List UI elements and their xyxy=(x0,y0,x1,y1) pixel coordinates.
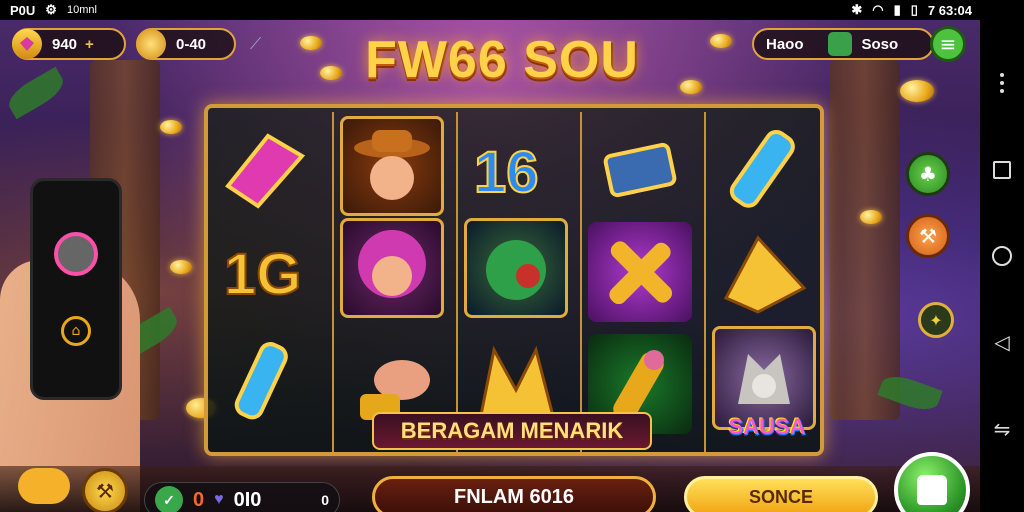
symbol-cowboy xyxy=(340,116,444,216)
symbol-green-creature xyxy=(464,218,568,318)
symbol-pink-gem xyxy=(212,120,316,220)
signal-icon: ▮ xyxy=(893,2,901,17)
coin-decoration xyxy=(680,80,702,94)
symbol-gold-x xyxy=(588,222,692,322)
system-nav-bar: ◁ ⇋ xyxy=(980,0,1024,512)
bluetooth-icon: ✱ xyxy=(851,2,863,17)
battery-icon: ▯ xyxy=(910,2,918,17)
coin-decoration xyxy=(160,120,182,134)
reel-4 xyxy=(580,112,698,452)
balance-pill[interactable]: 940 + xyxy=(12,28,126,60)
rotate-icon: ⇋ xyxy=(993,416,1011,441)
bg-pillar-right xyxy=(830,60,900,420)
wolf-symbol-label: SAUSA xyxy=(728,414,806,439)
coin-decoration xyxy=(860,210,882,224)
recents-button[interactable] xyxy=(990,158,1014,182)
home-button[interactable] xyxy=(990,244,1014,268)
symbol-gold-triangle xyxy=(712,222,816,322)
right-info-pill: Haoo Soso xyxy=(752,28,934,60)
lock-icon: ⌂ xyxy=(61,316,91,346)
game-title: FW66 SOU xyxy=(365,31,639,89)
coin-decoration xyxy=(900,80,934,102)
orange-pill-button[interactable] xyxy=(18,468,70,504)
feature-banner: BERAGAM MENARIK xyxy=(372,412,652,450)
gem-icon xyxy=(12,29,42,59)
bet-value: 0-40 xyxy=(176,35,207,53)
symbol-chest xyxy=(588,120,692,220)
status-bar: P0U ⚙ 10mnl ✱ ◠ ▮ ▯ 7 63:04 xyxy=(0,0,980,20)
status-carrier: 10mnl xyxy=(66,4,97,16)
menu-icon: ≡ xyxy=(939,32,957,56)
right-label: Haoo xyxy=(766,35,804,53)
credit-prefix: 0 xyxy=(193,488,205,511)
symbol-blue-bar-2 xyxy=(712,120,816,220)
balance-suffix: + xyxy=(85,35,94,53)
back-button[interactable]: ◁ xyxy=(990,330,1014,354)
leaf-decoration xyxy=(3,66,69,120)
circle-icon xyxy=(992,245,1012,266)
more-button[interactable] xyxy=(990,71,1014,95)
wifi-icon: ◠ xyxy=(872,2,884,17)
expand-icon[interactable]: ⟋ xyxy=(250,34,261,54)
reel-3: 16 xyxy=(456,112,574,452)
cash-icon xyxy=(827,32,852,56)
status-settings-icon: ⚙ xyxy=(45,2,57,17)
credit-display: ✓ 0 ♥ 0I0 0 xyxy=(144,482,340,512)
star-button[interactable]: ✦ xyxy=(918,302,954,338)
star-icon: ✦ xyxy=(929,310,943,330)
svg-text:16: 16 xyxy=(474,140,539,205)
dots-icon xyxy=(1000,73,1004,94)
credit-value: 0I0 xyxy=(233,488,262,511)
tree-button[interactable]: ♣ xyxy=(906,152,950,196)
square-icon xyxy=(993,160,1011,179)
balance-value: 940 xyxy=(52,35,78,53)
symbol-blue-bar xyxy=(212,332,316,432)
coin-decoration xyxy=(710,34,732,48)
credit-suffix: 0 xyxy=(321,492,329,508)
spin-amount-display[interactable]: FNLAM 6016 xyxy=(372,476,656,512)
bet-pill[interactable]: 0-40 xyxy=(136,28,236,60)
rotate-button[interactable]: ⇋ xyxy=(990,417,1014,441)
symbol-blue-16: 16 xyxy=(464,120,568,220)
right-value: Soso xyxy=(861,35,899,53)
reel-5 xyxy=(704,112,820,452)
svg-text:1G: 1G xyxy=(224,242,301,307)
wrench-icon: ⚒ xyxy=(96,479,114,503)
tools-button[interactable]: ⚒ xyxy=(82,468,128,512)
reel-1: 1G xyxy=(208,112,326,452)
hammer-button[interactable]: ⚒ xyxy=(906,214,950,258)
coin-icon xyxy=(136,29,166,59)
menu-button[interactable]: ≡ xyxy=(930,26,966,62)
back-triangle-icon: ◁ xyxy=(994,330,1010,355)
symbol-pink-hair xyxy=(340,218,444,318)
symbol-gold-1g: 1G xyxy=(212,222,316,322)
heart-icon: ♥ xyxy=(214,491,224,508)
coin-decoration xyxy=(300,36,322,50)
phone-camera-ring-icon xyxy=(54,232,98,276)
spin-icon xyxy=(917,475,947,505)
status-right-time: 7 63:04 xyxy=(927,2,972,18)
coin-decoration xyxy=(170,260,192,274)
check-icon[interactable]: ✓ xyxy=(155,486,183,512)
spin-button[interactable] xyxy=(894,452,970,512)
reels-frame: 1G 16 xyxy=(204,104,824,456)
tree-icon: ♣ xyxy=(919,162,937,186)
action-button[interactable]: SONCE xyxy=(684,476,878,512)
status-time: P0U xyxy=(10,2,36,18)
hammer-icon: ⚒ xyxy=(919,224,937,248)
reel-2 xyxy=(332,112,450,452)
phone-device: ⌂ xyxy=(30,178,122,400)
game-scene: 940 + 0-40 ⟋ FW66 SOU Haoo Soso ≡ 1G 16 … xyxy=(0,20,980,512)
